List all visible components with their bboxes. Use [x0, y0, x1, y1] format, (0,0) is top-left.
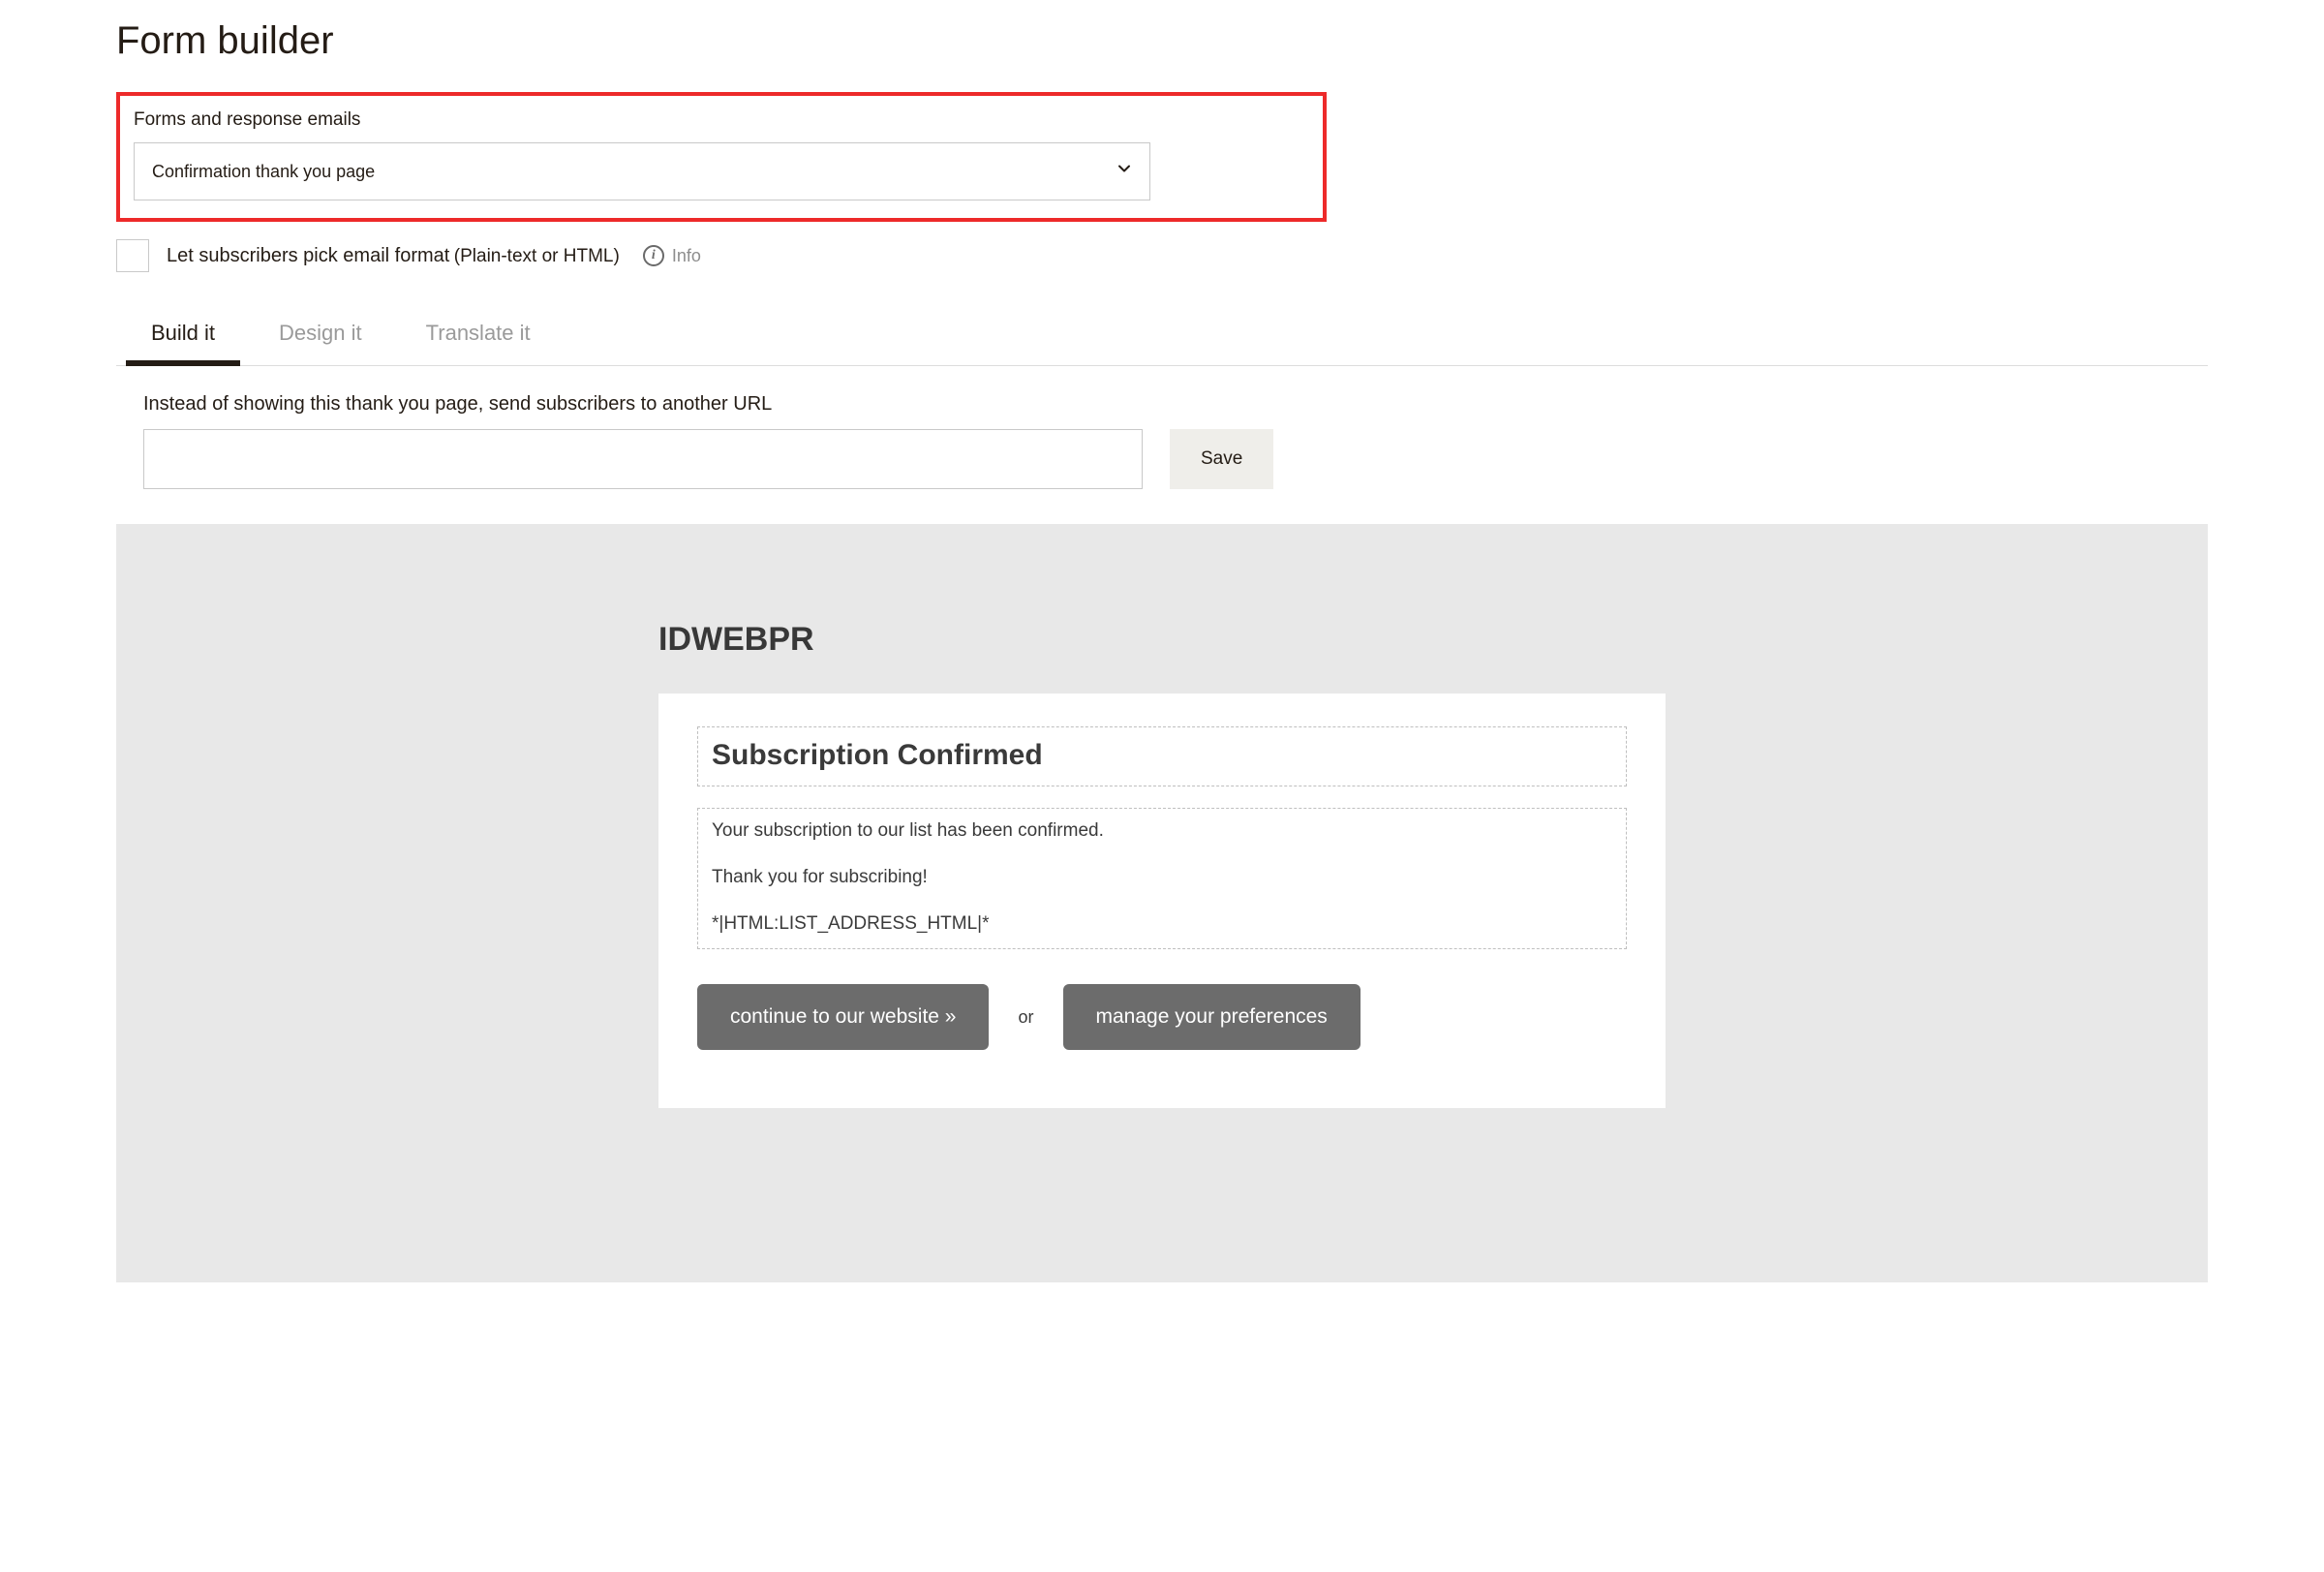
redirect-input-row: Save	[143, 429, 2208, 489]
preview-brand: IDWEBPR	[658, 621, 1666, 659]
preview-button-row: continue to our website » or manage your…	[697, 984, 1627, 1050]
redirect-label: Instead of showing this thank you page, …	[143, 393, 2208, 416]
or-text: or	[1018, 1007, 1033, 1028]
email-format-label-main: Let subscribers pick email format	[167, 245, 449, 266]
forms-section-highlight: Forms and response emails Confirmation t…	[116, 92, 1327, 222]
confirm-body-line2: Thank you for subscribing!	[712, 867, 1612, 888]
redirect-url-input[interactable]	[143, 429, 1143, 489]
preview-area: IDWEBPR Subscription Confirmed Your subs…	[116, 524, 2208, 1282]
forms-response-select[interactable]: Confirmation thank you page	[134, 142, 1150, 200]
email-format-label-sub: (Plain-text or HTML)	[454, 246, 620, 266]
preview-card: Subscription Confirmed Your subscription…	[658, 694, 1666, 1108]
manage-preferences-button[interactable]: manage your preferences	[1063, 984, 1361, 1050]
tabs: Build it Design it Translate it	[116, 321, 2208, 366]
redirect-section: Instead of showing this thank you page, …	[116, 393, 2208, 489]
email-format-checkbox[interactable]	[116, 239, 149, 272]
page-title: Form builder	[116, 19, 2208, 63]
confirm-body-line3: *|HTML:LIST_ADDRESS_HTML|*	[712, 913, 1612, 935]
forms-section-label: Forms and response emails	[134, 109, 1309, 131]
continue-website-button[interactable]: continue to our website »	[697, 984, 989, 1050]
info-group[interactable]: i Info	[643, 245, 701, 266]
confirm-title: Subscription Confirmed	[712, 739, 1612, 772]
confirm-body-box[interactable]: Your subscription to our list has been c…	[697, 808, 1627, 949]
forms-select-wrapper: Confirmation thank you page	[134, 142, 1150, 200]
save-button[interactable]: Save	[1170, 429, 1273, 489]
tab-translate-it[interactable]: Translate it	[418, 321, 538, 365]
email-format-row: Let subscribers pick email format (Plain…	[116, 239, 2208, 272]
preview-inner: IDWEBPR Subscription Confirmed Your subs…	[658, 621, 1666, 1108]
info-icon: i	[643, 245, 664, 266]
email-format-label: Let subscribers pick email format (Plain…	[167, 245, 620, 267]
forms-select-value: Confirmation thank you page	[152, 162, 375, 182]
info-text: Info	[672, 246, 701, 266]
confirm-body-line1: Your subscription to our list has been c…	[712, 820, 1612, 842]
tab-build-it[interactable]: Build it	[143, 321, 223, 365]
confirm-title-box[interactable]: Subscription Confirmed	[697, 726, 1627, 786]
tab-design-it[interactable]: Design it	[271, 321, 370, 365]
